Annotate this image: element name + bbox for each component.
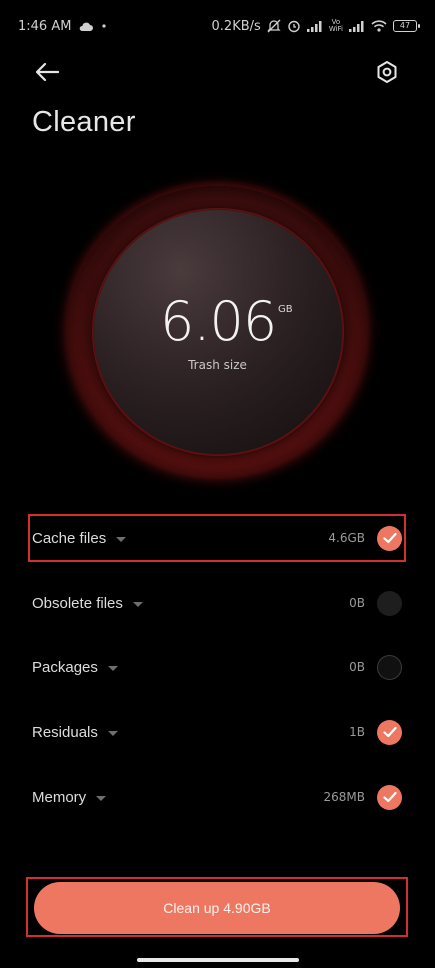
dot-icon: [101, 23, 107, 29]
clean-up-button[interactable]: Clean up 4.90GB: [34, 882, 400, 934]
list-item-obsolete-files[interactable]: Obsolete files 0B: [0, 581, 435, 625]
wifi-icon: [371, 20, 387, 32]
status-time: 1:46 AM: [18, 18, 72, 34]
trash-size-label: Trash size: [188, 358, 247, 372]
alarm-icon: [287, 19, 301, 33]
mute-icon: [267, 19, 281, 33]
status-right: 0.2KB/s Vo WiFi 47: [211, 18, 420, 34]
item-checkbox[interactable]: [377, 719, 402, 745]
item-checkbox[interactable]: [377, 784, 402, 810]
expand-arrow-icon[interactable]: [107, 666, 118, 671]
cloud-icon: [79, 21, 94, 32]
net-speed: 0.2KB/s: [211, 18, 261, 34]
item-label: Obsolete files: [32, 594, 123, 612]
signal-icon: [306, 20, 323, 32]
back-button[interactable]: [32, 58, 62, 86]
trash-size-value: 6.06: [160, 290, 277, 353]
item-label: Residuals: [32, 723, 98, 741]
expand-arrow-icon[interactable]: [107, 731, 118, 736]
page-title: Cleaner: [32, 106, 136, 138]
list-item-memory[interactable]: Memory 268MB: [0, 775, 435, 819]
checkmark-icon: [382, 726, 397, 738]
wifi-label: WiFi: [328, 25, 343, 33]
item-checkbox[interactable]: [377, 654, 402, 680]
status-left: 1:46 AM: [18, 19, 107, 34]
item-size: 0B: [349, 596, 365, 610]
home-indicator[interactable]: [137, 958, 299, 962]
back-arrow-icon: [35, 62, 60, 82]
volte-icon: Vo WiFi: [329, 19, 343, 33]
battery-icon: 47: [393, 20, 420, 32]
settings-button[interactable]: [373, 58, 401, 86]
item-label: Cache files: [32, 529, 107, 547]
item-label: Packages: [32, 658, 98, 676]
item-label: Memory: [32, 788, 87, 806]
item-checkbox[interactable]: [377, 525, 402, 551]
clean-button-highlight: Clean up 4.90GB: [26, 877, 408, 937]
item-checkbox[interactable]: [377, 590, 402, 616]
item-size: 0B: [349, 660, 365, 674]
status-bar: 1:46 AM 0.2KB/s Vo WiFi 47: [0, 0, 435, 52]
item-size: 4.6GB: [328, 531, 365, 545]
item-size: 1B: [349, 725, 365, 739]
signal-icon-2: [349, 20, 365, 32]
expand-arrow-icon[interactable]: [96, 796, 107, 801]
item-size: 268MB: [323, 790, 366, 804]
trash-size-unit: GB: [278, 304, 293, 315]
list-item-residuals[interactable]: Residuals 1B: [0, 710, 435, 754]
checkmark-icon: [382, 532, 397, 544]
list-item-cache-files[interactable]: Cache files 4.6GB: [0, 516, 435, 560]
checkmark-icon: [382, 791, 397, 803]
settings-hex-icon: [377, 61, 397, 83]
expand-arrow-icon[interactable]: [132, 602, 143, 607]
list-item-packages[interactable]: Packages 0B: [0, 645, 435, 689]
expand-arrow-icon[interactable]: [116, 537, 127, 542]
